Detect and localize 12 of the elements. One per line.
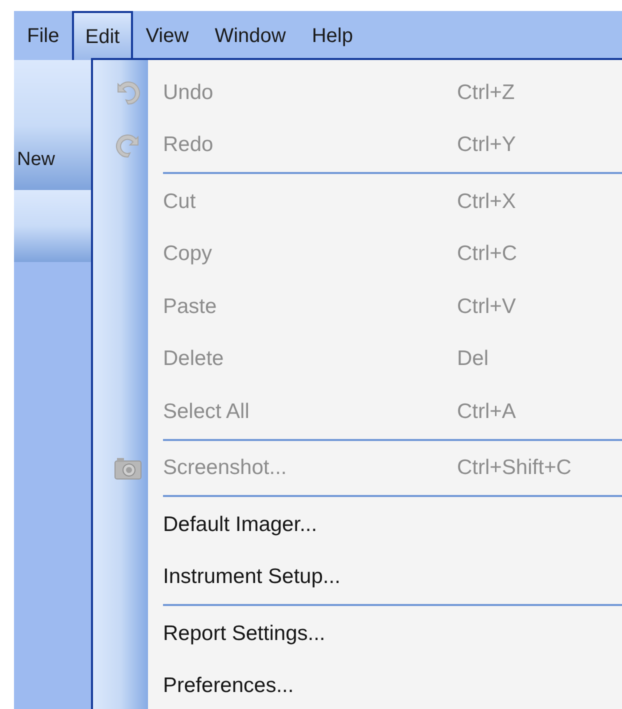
menu-entry[interactable]: Preferences... [93,660,622,709]
menu-entry[interactable]: Default Imager... [93,498,622,550]
panel-button[interactable] [14,190,91,262]
menu-item[interactable]: Edit [72,11,133,60]
menu-item[interactable]: Help [298,11,366,60]
menu-item[interactable]: Window [202,11,299,60]
menu-item[interactable]: View [132,11,202,60]
menu-entry[interactable]: Instrument Setup... [93,550,622,603]
menu-entry[interactable]: Report Settings... [93,607,622,660]
camera-icon [114,456,142,480]
menu-item[interactable]: File [14,11,72,60]
panel-button[interactable]: New [14,60,91,190]
